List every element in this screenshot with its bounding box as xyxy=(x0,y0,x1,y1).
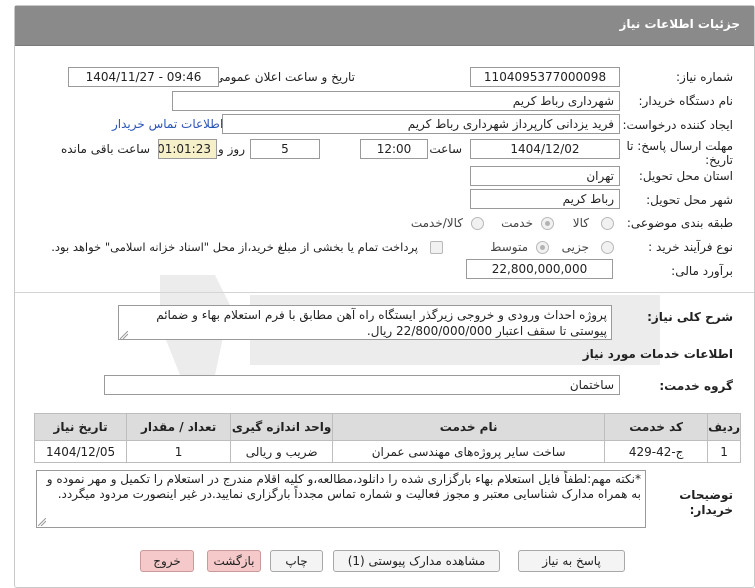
deadline-time-field: 12:00 xyxy=(360,139,428,159)
reply-to-need-button[interactable]: پاسخ به نیاز xyxy=(518,550,625,572)
category-radio-goods[interactable] xyxy=(601,217,614,230)
cell-quantity: 1 xyxy=(126,440,232,463)
service-group-label: گروه خدمت: xyxy=(659,379,733,393)
panel-header: جزئیات اطلاعات نیاز xyxy=(15,6,754,46)
cell-service-name: ساخت سایر پروژه‌های مهندسی عمران xyxy=(332,440,606,463)
buyer-notes-label: توضیحات xyxy=(679,488,733,502)
services-section-title: اطلاعات خدمات مورد نیاز xyxy=(582,347,733,361)
deadline-label: مهلت ارسال پاسخ: تا xyxy=(626,139,733,153)
budget-label: برآورد مالی: xyxy=(671,264,733,278)
days-label: روز و xyxy=(218,142,245,156)
cell-service-code: ج-42-429 xyxy=(604,440,709,463)
view-attachments-button[interactable]: مشاهده مدارک پیوستی (1) xyxy=(333,550,500,572)
resize-handle-icon[interactable] xyxy=(120,331,128,339)
purchase-radio-minor[interactable] xyxy=(601,241,614,254)
category-option-goods-service: کالا/خدمت xyxy=(410,216,463,230)
treasury-payment-note: پرداخت تمام یا بخشی از مبلغ خرید،از محل … xyxy=(51,240,418,254)
time-remaining-field: 01:01:23 xyxy=(158,139,217,159)
budget-field: 22,800,000,000 xyxy=(466,259,613,279)
buyer-contact-link[interactable]: اطلاعات تماس خریدار xyxy=(112,117,223,131)
cell-unit: ضریب و ریالی xyxy=(230,440,334,463)
section-divider xyxy=(15,292,754,293)
province-field: تهران xyxy=(470,166,620,186)
print-button[interactable]: چاپ xyxy=(270,550,323,572)
deadline-date-label: تاریخ: xyxy=(705,153,733,167)
buyer-notes-text: *نکته مهم:لطفاً فایل استعلام بهاء بارگزا… xyxy=(36,470,646,528)
announce-date-field: 1404/11/27 - 09:46 xyxy=(68,67,219,87)
creator-field: فرید یزدانی کارپرداز شهرداری رباط کریم xyxy=(222,114,620,134)
city-label: شهر محل تحویل: xyxy=(646,193,733,207)
column-header-name: نام خدمت xyxy=(332,413,606,441)
column-header-row: ردیف xyxy=(707,413,741,441)
buyer-notes-label-2: خریدار: xyxy=(689,503,733,517)
cell-row-number: 1 xyxy=(707,440,741,463)
category-radio-goods-service[interactable] xyxy=(471,217,484,230)
city-field: رباط کریم xyxy=(470,189,620,209)
need-number-label: شماره نیاز: xyxy=(676,70,733,84)
days-remaining-field: 5 xyxy=(250,139,320,159)
service-group-field: ساختمان xyxy=(104,375,620,395)
announce-date-label: تاریخ و ساعت اعلان عمومی: xyxy=(210,70,355,84)
creator-label: ایجاد کننده درخواست: xyxy=(622,118,733,132)
province-label: استان محل تحویل: xyxy=(638,169,733,183)
column-header-date: تاریخ نیاز xyxy=(33,413,128,441)
buyer-label: نام دستگاه خریدار: xyxy=(638,94,734,108)
description-text: پروژه احداث ورودی و خروجی زیرگذر ایستگاه… xyxy=(118,305,612,340)
back-button[interactable]: بازگشت xyxy=(207,550,261,572)
time-remaining-label: ساعت باقی مانده xyxy=(60,142,150,156)
purchase-option-medium: متوسط xyxy=(490,240,528,254)
cell-need-date: 1404/12/05 xyxy=(33,440,128,463)
column-header-unit: واحد اندازه گیری xyxy=(230,413,334,441)
category-option-goods: کالا xyxy=(572,216,589,230)
deadline-time-label: ساعت xyxy=(429,142,462,156)
deadline-date-field: 1404/12/02 xyxy=(470,139,620,159)
treasury-payment-checkbox[interactable] xyxy=(430,241,443,254)
column-header-code: کد خدمت xyxy=(604,413,709,441)
table-row: 1 ج-42-429 ساخت سایر پروژه‌های مهندسی عم… xyxy=(33,440,741,463)
need-number-field: 1104095377000098 xyxy=(470,67,620,87)
buyer-field: شهرداری رباط کریم xyxy=(172,91,620,111)
panel-title: جزئیات اطلاعات نیاز xyxy=(619,17,740,31)
description-label: شرح کلی نیاز: xyxy=(647,310,733,324)
exit-button[interactable]: خروج xyxy=(140,550,194,572)
category-option-service: خدمت xyxy=(501,216,533,230)
category-label: طبقه بندی موضوعی: xyxy=(626,216,733,230)
category-radio-service[interactable] xyxy=(541,217,554,230)
purchase-radio-medium[interactable] xyxy=(536,241,549,254)
services-table: ردیف کد خدمت نام خدمت واحد اندازه گیری ت… xyxy=(33,413,741,463)
column-header-quantity: تعداد / مقدار xyxy=(126,413,232,441)
purchase-option-minor: جزیی xyxy=(561,240,589,254)
purchase-type-label: نوع فرآیند خرید : xyxy=(648,240,733,254)
notes-resize-handle-icon[interactable] xyxy=(38,518,46,526)
